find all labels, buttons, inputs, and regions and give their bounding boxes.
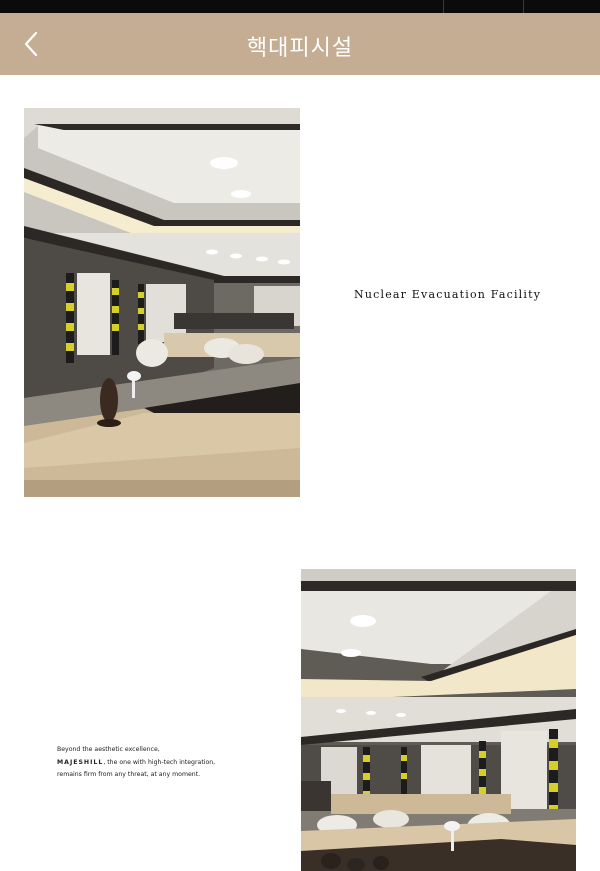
tagline-line-2: MAJESHILL, the one with high-tech integr… [57,757,287,770]
facility-caption: Nuclear Evacuation Facility [354,288,542,301]
brand-name: MAJESHILL [57,758,104,766]
tagline-line-3: remains firm from any threat, at any mom… [57,771,201,778]
tagline-line-1: Beyond the aesthetic excellence, [57,746,160,753]
status-divider [443,0,444,13]
page-title: 핵대피시설 [246,36,354,61]
facility-photo-lobby [24,108,300,497]
app-header: 핵대피시설 [0,13,600,75]
tagline: Beyond the aesthetic excellence, MAJESHI… [57,744,287,782]
status-divider [523,0,524,13]
tagline-line-2-rest: , the one with high-tech integration, [103,758,216,766]
status-bar [0,0,600,13]
facility-photo-lounge [301,569,576,871]
